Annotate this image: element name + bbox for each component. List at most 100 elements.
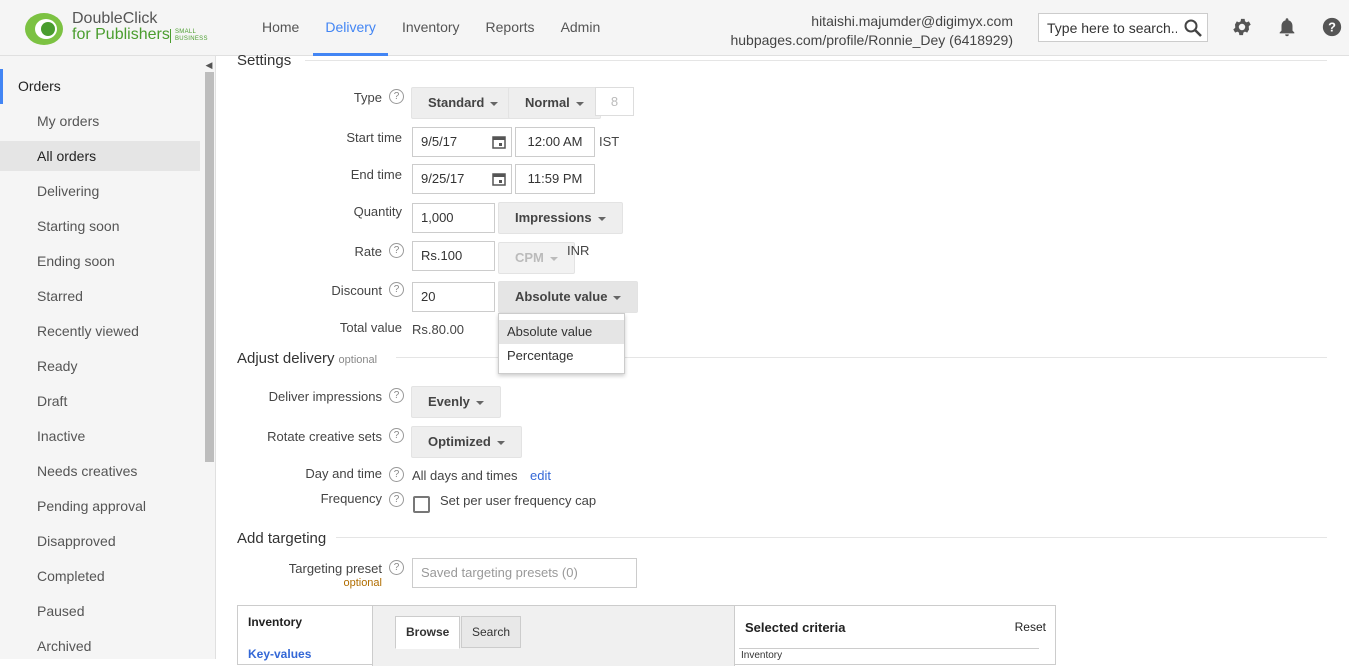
start-time-field[interactable]: 12:00 AM	[515, 127, 595, 157]
sidebar-item-disapproved[interactable]: Disapproved	[0, 526, 200, 556]
chevron-down-icon	[475, 400, 484, 405]
account-info[interactable]: hitaishi.majumder@digimyx.com hubpages.c…	[730, 12, 1013, 50]
frequency-label: Frequency	[320, 491, 382, 506]
account-email: hitaishi.majumder@digimyx.com	[811, 13, 1013, 29]
priority-dropdown[interactable]: Normal	[508, 87, 601, 119]
day-time-help-icon[interactable]: ?	[389, 467, 404, 482]
calendar-icon[interactable]	[492, 135, 506, 149]
rate-help-icon[interactable]: ?	[389, 243, 404, 258]
quantity-unit-dropdown[interactable]: Impressions	[498, 202, 623, 234]
reset-link[interactable]: Reset	[1015, 620, 1046, 634]
account-network: hubpages.com/profile/Ronnie_Dey (6418929…	[730, 32, 1013, 48]
rotate-help-icon[interactable]: ?	[389, 428, 404, 443]
nav-reports[interactable]: Reports	[474, 0, 547, 56]
nav-inventory[interactable]: Inventory	[390, 0, 472, 56]
chevron-down-icon	[549, 256, 558, 261]
help-icon[interactable]: ?	[1321, 16, 1343, 38]
targeting-preset-field[interactable]: Saved targeting presets (0)	[412, 558, 637, 588]
doubleclick-logo-icon[interactable]	[24, 12, 64, 46]
svg-text:?: ?	[1328, 20, 1336, 35]
bell-icon[interactable]	[1276, 16, 1298, 38]
menu-item-absolute-value[interactable]: Absolute value	[499, 320, 624, 344]
discount-help-icon[interactable]: ?	[389, 282, 404, 297]
nav-home[interactable]: Home	[250, 0, 311, 56]
end-date-field[interactable]: 9/25/17	[412, 164, 512, 194]
discount-type-value: Absolute value	[515, 289, 608, 304]
collapse-left-icon[interactable]: ◀	[202, 58, 216, 72]
rate-label: Rate	[354, 244, 382, 259]
sidebar-item-my-orders[interactable]: My orders	[0, 106, 200, 136]
adjust-delivery-title-text: Adjust delivery	[237, 350, 335, 367]
sidebar-item-archived[interactable]: Archived	[0, 631, 200, 661]
search-box	[1038, 13, 1208, 42]
tab-browse[interactable]: Browse	[395, 616, 461, 649]
adjust-delivery-optional: optional	[338, 354, 378, 366]
frequency-checkbox-label[interactable]: Set per user frequency cap	[440, 493, 596, 508]
deliver-impressions-dropdown[interactable]: Evenly	[411, 386, 501, 418]
rate-field[interactable]: Rs.100	[412, 241, 495, 271]
sidebar-item-ready[interactable]: Ready	[0, 351, 200, 381]
total-value: Rs.80.00	[412, 322, 465, 337]
type-dropdown[interactable]: Standard	[411, 87, 516, 119]
priority-dropdown-value: Normal	[525, 95, 570, 110]
end-time-field[interactable]: 11:59 PM	[515, 164, 595, 194]
priority-number-field: 8	[595, 87, 634, 116]
sidebar-item-inactive[interactable]: Inactive	[0, 421, 200, 451]
nav-delivery[interactable]: Delivery	[313, 0, 388, 56]
tab-search[interactable]: Search	[461, 616, 522, 648]
day-time-label: Day and time	[305, 466, 382, 481]
chevron-down-icon	[496, 440, 505, 445]
add-targeting-divider	[336, 537, 1327, 538]
discount-type-dropdown[interactable]: Absolute value	[498, 281, 639, 313]
sidebar-item-delivering[interactable]: Delivering	[0, 176, 200, 206]
type-help-icon[interactable]: ?	[389, 89, 404, 104]
settings-divider	[305, 60, 1327, 61]
adjust-delivery-title: Adjust delivery optional	[237, 350, 377, 367]
end-date-value: 9/25/17	[421, 171, 465, 186]
sidebar-scrollbar[interactable]	[205, 72, 214, 462]
start-time-label: Start time	[346, 130, 402, 145]
main-nav: Home Delivery Inventory Reports Admin	[250, 0, 614, 56]
sidebar-item-completed[interactable]: Completed	[0, 561, 200, 591]
sidebar-item-starred[interactable]: Starred	[0, 281, 200, 311]
sidebar-item-starting-soon[interactable]: Starting soon	[0, 211, 200, 241]
sidebar-item-paused[interactable]: Paused	[0, 596, 200, 626]
calendar-icon[interactable]	[492, 172, 506, 186]
deliver-impressions-label: Deliver impressions	[268, 389, 382, 404]
deliver-help-icon[interactable]: ?	[389, 388, 404, 403]
quantity-field[interactable]: 1,000	[412, 203, 495, 233]
rotate-creative-dropdown[interactable]: Optimized	[411, 426, 522, 458]
start-date-field[interactable]: 9/5/17	[412, 127, 512, 157]
targeting-category-list: Inventory Key-values	[238, 606, 373, 666]
targeting-preset-help-icon[interactable]: ?	[389, 560, 404, 575]
targeting-category-inventory[interactable]: Inventory	[248, 615, 302, 629]
total-value-label: Total value	[339, 320, 402, 335]
sidebar-item-pending-approval[interactable]: Pending approval	[0, 491, 200, 521]
targeting-preset-label: Targeting preset	[288, 561, 382, 576]
sidebar-item-all-orders[interactable]: All orders	[0, 141, 200, 171]
selected-criteria-title: Selected criteria	[745, 620, 846, 635]
chevron-down-icon	[613, 295, 622, 300]
frequency-checkbox[interactable]	[413, 496, 430, 513]
gear-icon[interactable]	[1231, 16, 1253, 38]
search-input[interactable]	[1039, 14, 1177, 41]
frequency-help-icon[interactable]: ?	[389, 492, 404, 507]
search-icon[interactable]	[1183, 18, 1203, 38]
sidebar-item-draft[interactable]: Draft	[0, 386, 200, 416]
rate-currency: INR	[567, 243, 590, 258]
day-time-edit-link[interactable]: edit	[530, 468, 551, 483]
add-targeting-title: Add targeting	[237, 530, 327, 547]
logo-text: DoubleClick for Publishers	[72, 11, 170, 43]
rotate-creative-value: Optimized	[428, 434, 491, 449]
logo-subtitle: for Publishers	[72, 26, 170, 43]
settings-section-title: Settings	[237, 52, 292, 69]
nav-admin[interactable]: Admin	[549, 0, 613, 56]
discount-field[interactable]: 20	[412, 282, 495, 312]
menu-item-percentage[interactable]: Percentage	[499, 344, 624, 368]
sidebar-item-needs-creatives[interactable]: Needs creatives	[0, 456, 200, 486]
targeting-preset-optional: optional	[343, 577, 382, 589]
sidebar-item-recently-viewed[interactable]: Recently viewed	[0, 316, 200, 346]
sidebar-item-ending-soon[interactable]: Ending soon	[0, 246, 200, 276]
rate-unit-value: CPM	[515, 250, 544, 265]
sidebar-heading-orders[interactable]: Orders	[0, 69, 200, 104]
